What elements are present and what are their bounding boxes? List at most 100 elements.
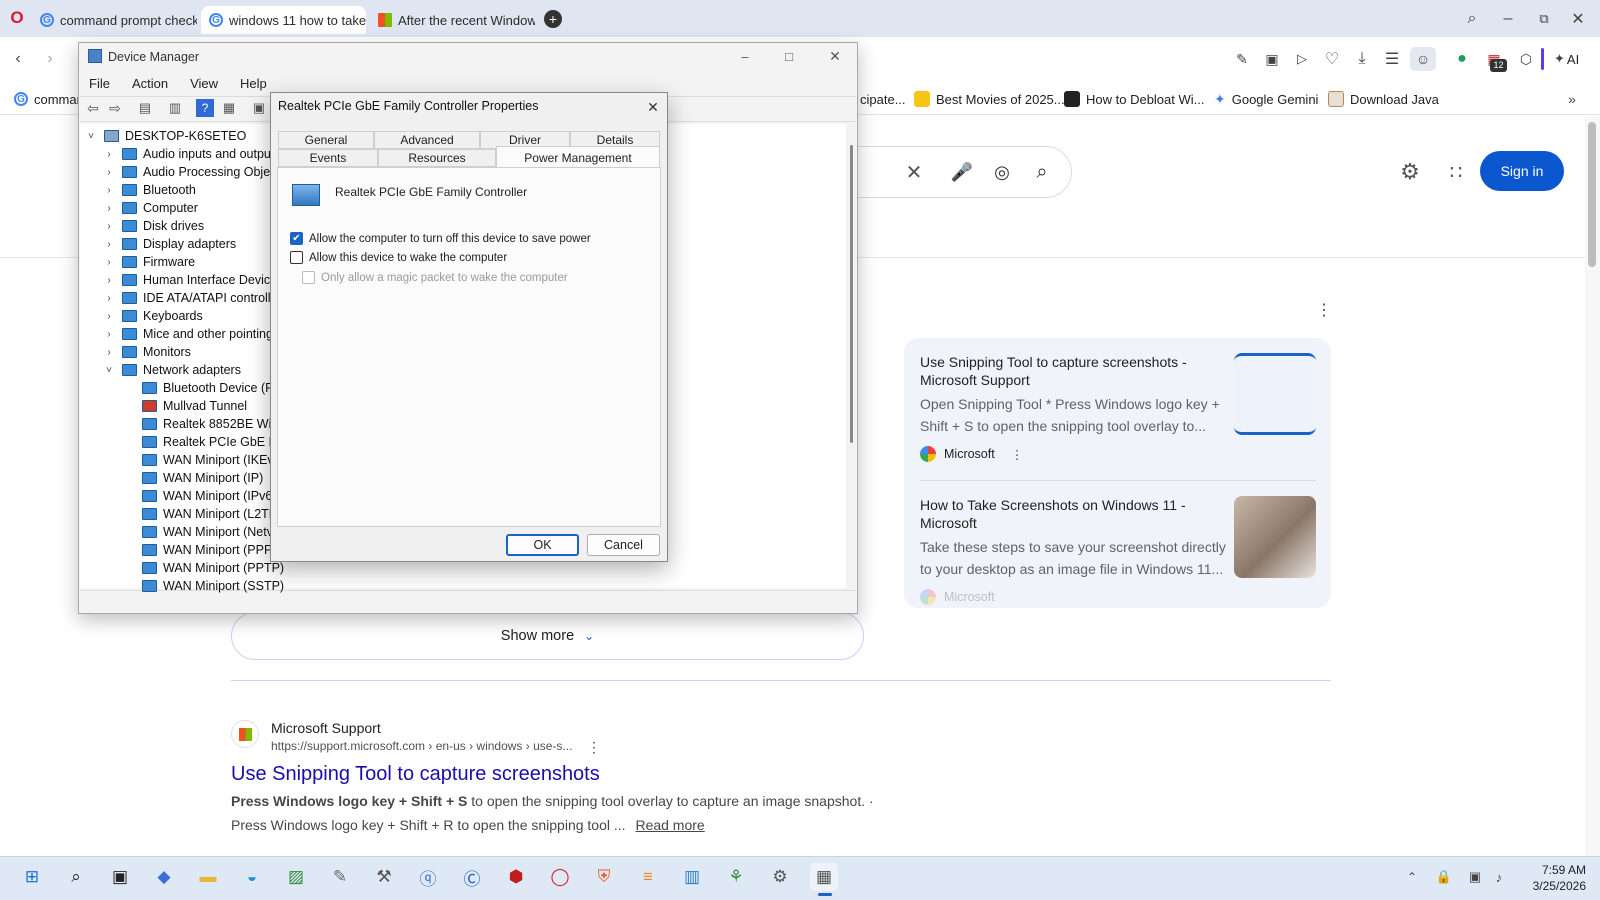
menu-help[interactable]: Help: [240, 76, 267, 91]
opera-logo-icon[interactable]: O: [8, 8, 26, 27]
m365-icon[interactable]: ◆: [150, 863, 178, 891]
expand-right-icon[interactable]: ›: [102, 239, 116, 250]
ccleaner-icon[interactable]: Ⓒ: [458, 863, 486, 891]
tab-search-icon[interactable]: ⌕: [1462, 9, 1482, 29]
minimize-icon[interactable]: –: [1498, 9, 1518, 29]
notepad-icon[interactable]: ✎: [326, 863, 354, 891]
device-tree-item[interactable]: WAN Miniport (SSTP): [122, 577, 284, 595]
bookmark-item[interactable]: cipate...: [860, 89, 906, 109]
cube-icon[interactable]: ⬡: [1516, 49, 1536, 69]
expand-right-icon[interactable]: ›: [102, 149, 116, 160]
tab-general[interactable]: General: [278, 131, 374, 149]
restore-icon[interactable]: ⧉: [1534, 9, 1554, 29]
aria-ai-button[interactable]: ✦ AI: [1554, 49, 1579, 69]
option-allow-turn-off[interactable]: ✔ Allow the computer to turn off this de…: [290, 232, 591, 245]
task-view-icon[interactable]: ▣: [106, 863, 134, 891]
more-options-icon[interactable]: ⋮: [1316, 300, 1332, 320]
card-thumbnail-image[interactable]: [1234, 496, 1316, 578]
device-tree-item[interactable]: Realtek PCIe GbE Far: [122, 433, 287, 451]
camera-icon[interactable]: ▣: [1262, 49, 1282, 69]
option-allow-wake[interactable]: Allow this device to wake the computer: [290, 251, 507, 264]
apps-grid-icon[interactable]: ∷: [1442, 158, 1470, 186]
forward-icon[interactable]: ›: [40, 49, 60, 69]
dm-showhide-icon[interactable]: ▤: [136, 99, 154, 117]
tools-app-icon[interactable]: ⚒: [370, 863, 398, 891]
device-tree-item[interactable]: WAN Miniport (IKEv: [122, 451, 274, 469]
bookmark-item[interactable]: Download Java: [1328, 89, 1439, 109]
file-explorer-icon[interactable]: ▬: [194, 863, 222, 891]
microphone-icon[interactable]: 🎤: [950, 160, 974, 184]
menu-action[interactable]: Action: [132, 76, 168, 91]
clear-search-icon[interactable]: ✕: [902, 160, 926, 184]
settings-taskbar-icon[interactable]: ⚙: [766, 863, 794, 891]
device-tree-item[interactable]: › Display adapters: [102, 235, 236, 253]
device-tree-item[interactable]: › Human Interface Device: [102, 271, 277, 289]
bookmark-item[interactable]: How to Debloat Wi...: [1064, 89, 1205, 109]
dm-maximize-icon[interactable]: □: [780, 48, 798, 64]
bookmark-item[interactable]: Gcomman: [14, 89, 84, 109]
menu-file[interactable]: File: [89, 76, 110, 91]
menu-view[interactable]: View: [190, 76, 218, 91]
device-tree-item[interactable]: › Monitors: [102, 343, 191, 361]
dm-scan-icon[interactable]: ▣: [250, 99, 268, 117]
red-app-icon[interactable]: ⬢: [502, 863, 530, 891]
device-tree-item[interactable]: ˅ Network adapters: [102, 361, 241, 379]
bookmarks-overflow-icon[interactable]: »: [1562, 89, 1582, 109]
tray-overflow-icon[interactable]: ⌃: [1404, 868, 1420, 886]
device-tree-item[interactable]: WAN Miniport (Netv: [122, 523, 273, 541]
dm-minimize-icon[interactable]: –: [736, 48, 754, 64]
dm-view-icon[interactable]: ▦: [220, 99, 238, 117]
expand-right-icon[interactable]: ›: [102, 221, 116, 232]
device-tree-item[interactable]: WAN Miniport (PPP(: [122, 541, 276, 559]
read-more-link[interactable]: Read more: [635, 817, 704, 833]
new-tab-button[interactable]: +: [544, 10, 562, 28]
page-scrollbar-thumb[interactable]: [1588, 122, 1596, 267]
dm-forward-icon[interactable]: ⇨: [106, 99, 124, 117]
device-tree-item[interactable]: Realtek 8852BE Wirel: [122, 415, 285, 433]
checkbox-icon[interactable]: [290, 251, 303, 264]
device-tree-item[interactable]: WAN Miniport (PPTP): [122, 559, 284, 577]
ok-button[interactable]: OK: [506, 534, 579, 556]
checkbox-checked-icon[interactable]: ✔: [290, 232, 303, 245]
clock[interactable]: 7:59 AM 3/25/2026: [1526, 862, 1586, 894]
vpn-lock-icon[interactable]: 🔒: [1436, 868, 1452, 886]
expand-right-icon[interactable]: ›: [102, 203, 116, 214]
result-more-icon[interactable]: ⋮: [587, 738, 601, 756]
spreadsheet-app-icon[interactable]: ▨: [282, 863, 310, 891]
tab-power-management[interactable]: Power Management: [496, 146, 660, 168]
show-more-button[interactable]: Show more ⌄: [231, 612, 864, 660]
tab-after-windows[interactable]: After the recent Windows: [370, 6, 535, 34]
send-icon[interactable]: ▷: [1292, 49, 1312, 69]
cancel-button[interactable]: Cancel: [587, 534, 660, 556]
device-tree-item[interactable]: ˅ DESKTOP-K6SETEO: [84, 127, 246, 145]
expand-right-icon[interactable]: ›: [102, 185, 116, 196]
device-tree-item[interactable]: › IDE ATA/ATAPI controlle: [102, 289, 277, 307]
back-icon[interactable]: ‹: [8, 49, 28, 69]
remote-desktop-icon[interactable]: ▥: [678, 863, 706, 891]
settings-gear-icon[interactable]: ⚙: [1396, 158, 1424, 186]
tab-windows-screenshot[interactable]: G windows 11 how to take a: [201, 6, 366, 34]
device-tree-item[interactable]: › Mice and other pointing: [102, 325, 273, 343]
card-title[interactable]: Use Snipping Tool to capture screenshots…: [920, 353, 1220, 389]
opera-taskbar-icon[interactable]: ◯: [546, 863, 574, 891]
extension-green-icon[interactable]: ●: [1452, 49, 1472, 69]
dm-help-icon[interactable]: ?: [196, 99, 214, 117]
result-title-link[interactable]: Use Snipping Tool to capture screenshots: [231, 763, 600, 786]
device-tree-item[interactable]: Bluetooth Device (Pe: [122, 379, 280, 397]
tab-advanced[interactable]: Advanced: [374, 131, 480, 149]
dialog-close-icon[interactable]: ✕: [644, 98, 662, 116]
close-browser-icon[interactable]: ✕: [1568, 9, 1588, 29]
expand-right-icon[interactable]: ›: [102, 311, 116, 322]
expand-right-icon[interactable]: ›: [102, 329, 116, 340]
device-manager-taskbar-icon[interactable]: ▦: [810, 863, 838, 891]
lens-icon[interactable]: ◎: [990, 160, 1014, 184]
expand-right-icon[interactable]: ›: [102, 167, 116, 178]
expand-down-icon[interactable]: ˅: [102, 365, 116, 376]
bookmark-item[interactable]: ✦ Google Gemini: [1214, 89, 1318, 109]
network-icon[interactable]: ▣: [1466, 868, 1484, 886]
dm-properties-icon[interactable]: ▥: [166, 99, 184, 117]
expand-right-icon[interactable]: ›: [102, 293, 116, 304]
expand-right-icon[interactable]: ›: [102, 275, 116, 286]
taskbar-search-icon[interactable]: ⌕: [62, 863, 90, 891]
sign-in-button[interactable]: Sign in: [1480, 151, 1564, 191]
